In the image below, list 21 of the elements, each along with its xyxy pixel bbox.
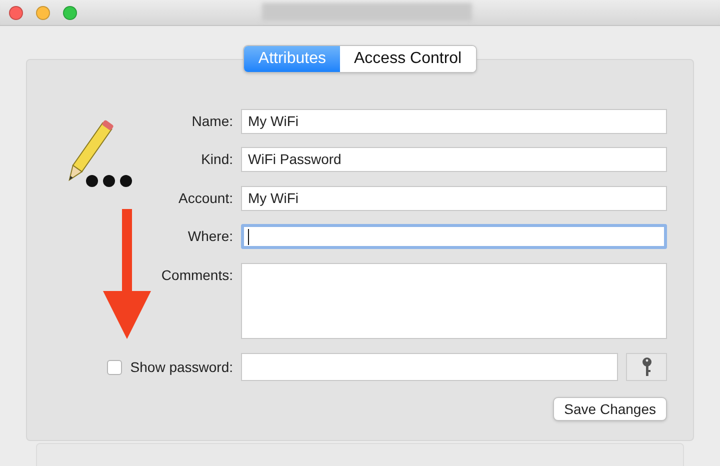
text-field[interactable]: [241, 224, 667, 250]
key-icon: [642, 357, 652, 377]
field-label: Account:: [178, 188, 233, 208]
text-field[interactable]: My WiFi: [241, 109, 667, 134]
field-label: Comments:: [160, 266, 233, 285]
text-field[interactable]: My WiFi: [241, 186, 667, 211]
text-cursor: [248, 228, 249, 245]
comments-field[interactable]: [241, 262, 667, 339]
field-label: Name:: [190, 112, 233, 131]
key-button[interactable]: [626, 353, 667, 381]
field-label: Where:: [186, 227, 233, 246]
password-field[interactable]: [241, 353, 618, 381]
zoom-button[interactable]: [63, 6, 77, 20]
show-password-checkbox[interactable]: [107, 360, 122, 374]
save-changes-button[interactable]: Save Changes: [553, 397, 667, 421]
show-password-label: Show password:: [130, 358, 233, 377]
text-field[interactable]: WiFi Password: [241, 147, 667, 172]
close-button[interactable]: [9, 6, 23, 20]
field-label: Kind:: [200, 150, 233, 170]
minimize-button[interactable]: [36, 6, 50, 20]
tab[interactable]: Access Control: [340, 46, 476, 72]
